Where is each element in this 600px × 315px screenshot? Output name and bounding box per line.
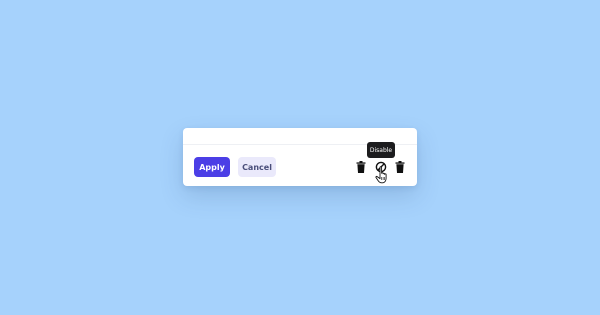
page-background: { "actions": { "apply_label": "Apply", "… [0, 0, 600, 315]
delete-button[interactable] [355, 160, 367, 174]
tooltip: Disable [367, 142, 395, 158]
cancel-button[interactable]: Cancel [238, 157, 276, 177]
apply-button[interactable]: Apply [194, 157, 230, 177]
trash-icon [395, 161, 405, 173]
hand-pointer-icon [375, 166, 387, 184]
tooltip-text: Disable [369, 146, 393, 154]
delete-button[interactable] [394, 160, 406, 174]
trash-icon [356, 161, 366, 173]
